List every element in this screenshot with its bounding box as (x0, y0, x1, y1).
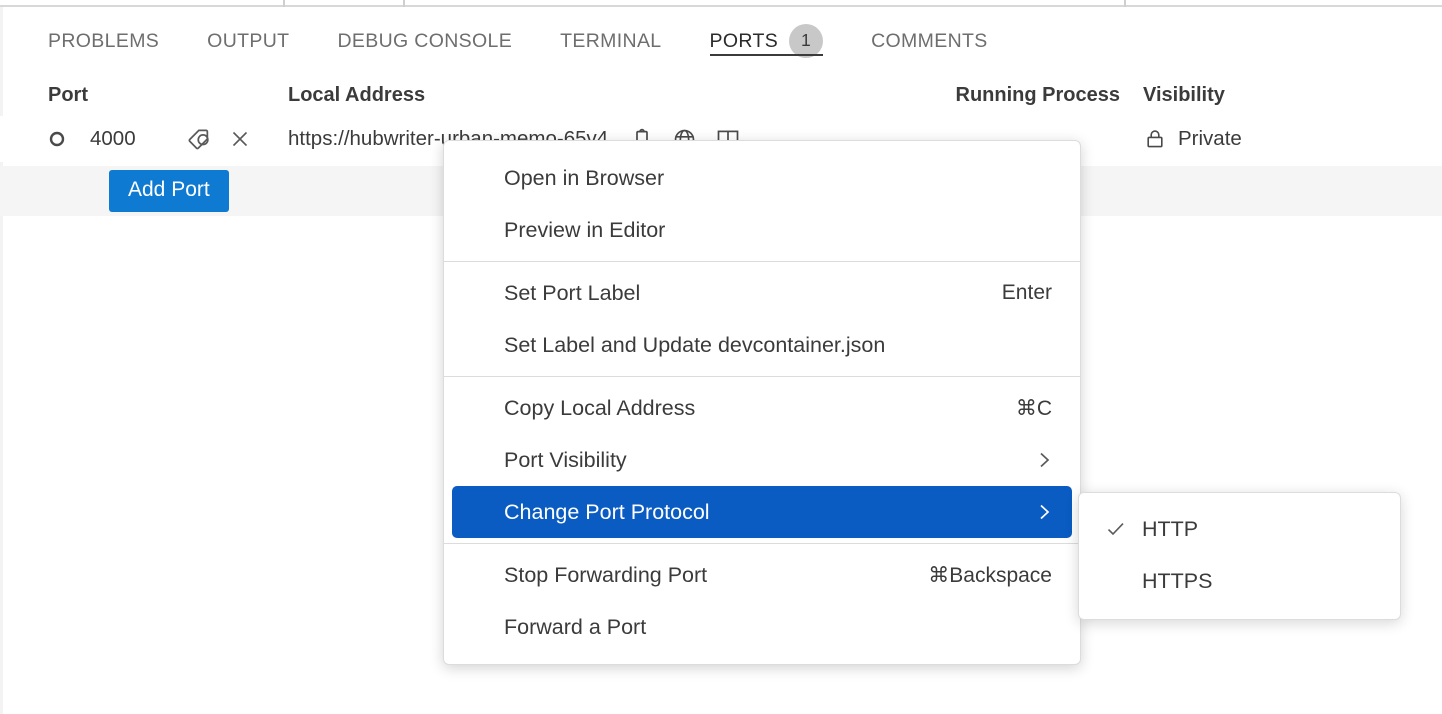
check-icon (1105, 518, 1142, 540)
visibility-value: Private (1178, 127, 1242, 151)
close-icon[interactable] (228, 127, 252, 151)
circle-outline-icon (48, 130, 70, 148)
tag-icon[interactable] (186, 125, 214, 153)
context-menu-group: Open in Browser Preview in Editor (444, 147, 1080, 261)
row-action-icons (186, 125, 252, 153)
port-context-menu: Open in Browser Preview in Editor Set Po… (443, 140, 1081, 665)
menu-item-label: Preview in Editor (504, 218, 1052, 243)
menu-item-change-port-protocol[interactable]: Change Port Protocol (452, 486, 1072, 538)
menu-item-label: Set Label and Update devcontainer.json (504, 333, 1052, 358)
column-header-local-address: Local Address (288, 84, 898, 107)
editor-tabs-strip (0, 0, 1442, 7)
ports-count-badge: 1 (789, 24, 823, 58)
tab-terminal[interactable]: TERMINAL (560, 9, 661, 56)
ports-table-header: Port Local Address Running Process Visib… (0, 74, 1442, 116)
editor-tab-divider (403, 0, 405, 7)
tab-label: PROBLEMS (48, 30, 159, 53)
submenu-item-https[interactable]: HTTPS (1079, 555, 1400, 607)
tab-comments[interactable]: COMMENTS (871, 9, 988, 56)
panel-tab-bar: PROBLEMS OUTPUT DEBUG CONSOLE TERMINAL P… (0, 9, 1442, 62)
menu-item-label: Copy Local Address (504, 396, 1016, 421)
port-number: 4000 (70, 127, 186, 151)
menu-item-label: Forward a Port (504, 615, 1052, 640)
context-menu-group: Stop Forwarding Port ⌘Backspace Forward … (444, 544, 1080, 658)
visibility-cell[interactable]: Private (1130, 127, 1380, 151)
menu-item-label: Stop Forwarding Port (504, 563, 928, 588)
protocol-submenu: HTTP HTTPS (1078, 492, 1401, 620)
tab-problems[interactable]: PROBLEMS (48, 9, 159, 56)
menu-item-shortcut: Enter (1002, 281, 1052, 305)
tab-ports[interactable]: PORTS 1 (710, 9, 824, 56)
tab-label: DEBUG CONSOLE (337, 30, 512, 53)
menu-item-copy-local-address[interactable]: Copy Local Address ⌘C (444, 382, 1080, 434)
menu-item-stop-forwarding-port[interactable]: Stop Forwarding Port ⌘Backspace (444, 549, 1080, 601)
column-header-visibility: Visibility (1130, 84, 1380, 107)
tab-label: COMMENTS (871, 30, 988, 53)
chevron-right-icon (1037, 448, 1052, 472)
editor-tab-divider (283, 0, 285, 7)
add-port-button[interactable]: Add Port (109, 170, 229, 211)
menu-item-label: Open in Browser (504, 166, 1052, 191)
column-header-port: Port (48, 84, 288, 107)
chevron-right-icon (1037, 500, 1052, 524)
menu-item-shortcut: ⌘Backspace (928, 563, 1052, 588)
menu-item-set-label-update-devcontainer[interactable]: Set Label and Update devcontainer.json (444, 319, 1080, 371)
column-header-running-process: Running Process (898, 84, 1130, 107)
tab-label: TERMINAL (560, 30, 661, 53)
submenu-item-http[interactable]: HTTP (1079, 503, 1400, 555)
submenu-item-label: HTTP (1142, 517, 1198, 542)
context-menu-group: Set Port Label Enter Set Label and Updat… (444, 262, 1080, 376)
menu-item-shortcut: ⌘C (1016, 396, 1052, 421)
tab-label: OUTPUT (207, 30, 289, 53)
menu-item-preview-in-editor[interactable]: Preview in Editor (444, 204, 1080, 256)
menu-item-set-port-label[interactable]: Set Port Label Enter (444, 267, 1080, 319)
editor-tab-divider (1124, 0, 1126, 7)
menu-item-open-in-browser[interactable]: Open in Browser (444, 152, 1080, 204)
tab-label: PORTS (710, 30, 779, 53)
submenu-item-label: HTTPS (1142, 569, 1212, 594)
port-cell: 4000 (48, 125, 288, 153)
tab-debug-console[interactable]: DEBUG CONSOLE (337, 9, 512, 56)
menu-item-label: Change Port Protocol (504, 500, 1023, 525)
context-menu-group: Copy Local Address ⌘C Port Visibility Ch… (444, 377, 1080, 543)
menu-item-label: Port Visibility (504, 448, 1023, 473)
tab-output[interactable]: OUTPUT (207, 9, 289, 56)
menu-item-forward-a-port[interactable]: Forward a Port (444, 601, 1080, 653)
menu-item-port-visibility[interactable]: Port Visibility (444, 434, 1080, 486)
menu-item-label: Set Port Label (504, 281, 1002, 306)
lock-icon (1143, 127, 1167, 151)
